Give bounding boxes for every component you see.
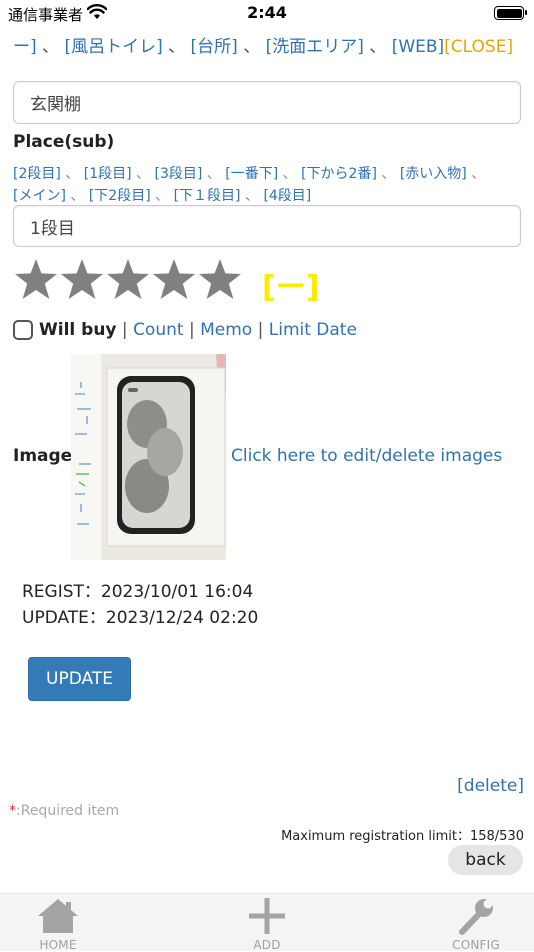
place-link[interactable]: [風呂トイレ] — [64, 37, 162, 57]
registration-limit: Maximum registration limit：158/530 — [281, 829, 524, 844]
place-sub-links-row2: [メイン] 、 [下2段目] 、 [下１段目] 、 [4段目] — [13, 188, 312, 204]
star-icon[interactable] — [105, 257, 151, 303]
place-link[interactable]: ー] — [13, 37, 37, 57]
plus-icon — [244, 896, 290, 940]
tab-home[interactable]: HOME — [8, 894, 108, 952]
star-rating — [13, 257, 243, 305]
sub-link[interactable]: [3段目] — [155, 166, 203, 182]
place-link[interactable]: [洗面エリア] — [266, 37, 364, 57]
item-flags: Will buy | Count | Memo | Limit Date — [39, 320, 357, 340]
sub-link[interactable]: [下2段目] — [89, 188, 151, 204]
required-note: *:Required item — [9, 803, 119, 819]
sub-link[interactable]: [下から2番] — [301, 166, 377, 182]
star-icon[interactable] — [151, 257, 197, 303]
wrench-icon — [453, 896, 499, 940]
required-text: :Required item — [16, 803, 120, 819]
sub-link[interactable]: [メイン] — [13, 188, 66, 204]
back-button[interactable]: back — [448, 845, 523, 875]
update-button[interactable]: UPDATE — [28, 657, 131, 701]
memo-link[interactable]: Memo — [200, 320, 252, 340]
will-buy-label: Will buy — [39, 320, 117, 340]
place-input[interactable]: 玄関棚 — [13, 81, 521, 124]
close-link[interactable]: [CLOSE] — [444, 37, 513, 57]
rating-clear-button[interactable]: [ー] — [262, 262, 319, 306]
regist-date: REGIST：2023/10/01 16:04 — [22, 582, 254, 602]
limit-date-link[interactable]: Limit Date — [269, 320, 357, 340]
will-buy-checkbox[interactable] — [13, 320, 33, 340]
tab-config[interactable]: CONFIG — [426, 894, 526, 952]
sub-link[interactable]: [1段目] — [84, 166, 132, 182]
count-link[interactable]: Count — [133, 320, 184, 340]
required-mark: * — [9, 803, 16, 819]
sub-link[interactable]: [4段目] — [263, 188, 311, 204]
place-sub-input[interactable]: 1段目 — [13, 205, 521, 247]
tab-bar: HOME ADD CONFIG — [0, 893, 534, 952]
star-icon[interactable] — [13, 257, 59, 303]
sub-link[interactable]: [下１段目] — [174, 188, 241, 204]
home-icon — [35, 896, 81, 940]
delete-link[interactable]: [delete] — [457, 776, 524, 796]
place-sub-links-row1: [2段目] 、 [1段目] 、 [3段目] 、 [一番下] 、 [下から2番] … — [13, 166, 486, 182]
place-quick-links: ー] 、 [風呂トイレ] 、 [台所] 、 [洗面エリア] 、 [WEB][CL… — [13, 37, 514, 57]
sub-link[interactable]: [2段目] — [13, 166, 61, 182]
place-input-value: 玄関棚 — [30, 95, 81, 115]
place-sub-input-value: 1段目 — [30, 218, 75, 239]
item-photo[interactable] — [71, 354, 226, 560]
image-label: Image — [13, 446, 73, 466]
edit-images-link[interactable]: Click here to edit/delete images — [231, 446, 502, 466]
update-date: UPDATE：2023/12/24 02:20 — [22, 608, 259, 628]
status-bar: 通信事業者 2:44 — [0, 0, 534, 28]
star-icon[interactable] — [59, 257, 105, 303]
battery-icon — [494, 6, 527, 20]
tab-add[interactable]: ADD — [217, 894, 317, 952]
place-sub-label: Place(sub) — [13, 132, 115, 152]
sub-link[interactable]: [一番下] — [225, 166, 278, 182]
place-link[interactable]: [台所] — [191, 37, 238, 57]
star-icon[interactable] — [197, 257, 243, 303]
sub-link[interactable]: [赤い入物] — [400, 166, 467, 182]
clock: 2:44 — [247, 3, 287, 22]
place-link[interactable]: [WEB] — [392, 37, 444, 57]
